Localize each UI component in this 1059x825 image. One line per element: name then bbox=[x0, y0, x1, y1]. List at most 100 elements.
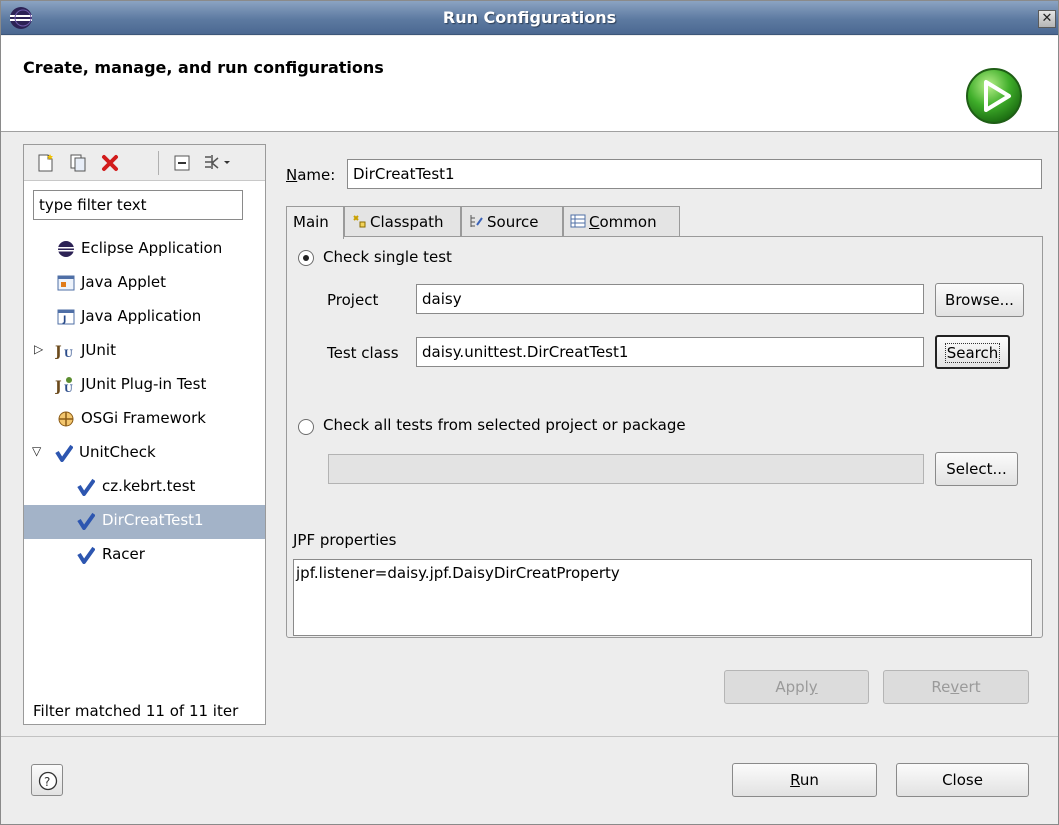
search-button[interactable]: Search bbox=[935, 335, 1010, 369]
revert-label-prefix: Re bbox=[931, 678, 951, 696]
new-configuration-icon[interactable] bbox=[36, 153, 56, 173]
close-button[interactable]: Close bbox=[896, 763, 1029, 797]
project-input[interactable] bbox=[416, 284, 924, 314]
tab-common-mnemonic: C bbox=[589, 213, 600, 231]
check-all-tests-label: Check all tests from selected project or… bbox=[323, 416, 686, 434]
toolbar-separator bbox=[158, 151, 159, 175]
tree-item-junit-plugin-test[interactable]: J U JUnit Plug-in Test bbox=[24, 369, 265, 401]
delete-icon[interactable] bbox=[100, 153, 120, 173]
svg-text:J: J bbox=[55, 379, 62, 394]
tree-item-label: Java Application bbox=[81, 307, 202, 325]
window-title: Run Configurations bbox=[442, 8, 617, 27]
duplicate-icon[interactable] bbox=[68, 153, 88, 173]
revert-button[interactable]: Revert bbox=[883, 670, 1029, 704]
search-button-label: Search bbox=[944, 343, 1001, 363]
configuration-list-panel: Eclipse Application Java Applet J Java A… bbox=[23, 144, 266, 725]
tree-item-label: cz.kebrt.test bbox=[102, 477, 196, 495]
help-icon: ? bbox=[38, 771, 58, 791]
package-input[interactable] bbox=[328, 454, 924, 484]
junit-icon: J U bbox=[55, 344, 73, 360]
svg-text:?: ? bbox=[44, 775, 50, 789]
filter-status: Filter matched 11 of 11 iter bbox=[33, 702, 239, 720]
junit-plugin-icon: J U bbox=[55, 377, 73, 394]
tab-main[interactable]: Main bbox=[286, 206, 344, 239]
revert-label-rest: ert bbox=[959, 678, 981, 696]
header-title: Create, manage, and run configurations bbox=[23, 58, 384, 77]
eclipse-icon bbox=[58, 241, 74, 257]
filter-input[interactable] bbox=[33, 190, 243, 220]
filter-menu-icon[interactable] bbox=[202, 153, 232, 173]
java-applet-icon bbox=[57, 275, 75, 291]
tab-main-label: Main bbox=[293, 213, 329, 231]
test-class-label: Test class bbox=[327, 344, 399, 362]
run-configurations-dialog: Run Configurations ✕ Create, manage, and… bbox=[0, 0, 1059, 825]
tree-item-label: UnitCheck bbox=[79, 443, 156, 461]
unitcheck-icon bbox=[77, 512, 95, 530]
check-single-test-radio[interactable] bbox=[298, 250, 314, 266]
svg-text:U: U bbox=[64, 349, 73, 360]
dialog-header: Create, manage, and run configurations bbox=[1, 36, 1058, 132]
classpath-icon bbox=[353, 215, 366, 228]
name-label-mnemonic: N bbox=[286, 166, 298, 184]
apply-button[interactable]: Apply bbox=[724, 670, 869, 704]
common-icon bbox=[570, 214, 586, 228]
tree-item-racer[interactable]: Racer bbox=[24, 539, 265, 571]
svg-text:J: J bbox=[62, 315, 66, 325]
tree-item-label: Eclipse Application bbox=[81, 239, 223, 257]
tree-item-label: JUnit Plug-in Test bbox=[81, 375, 207, 393]
name-input[interactable] bbox=[347, 159, 1042, 189]
close-window-button[interactable]: ✕ bbox=[1038, 10, 1056, 28]
tree-item-java-applet[interactable]: Java Applet bbox=[24, 267, 265, 299]
check-single-test-label: Check single test bbox=[323, 248, 452, 266]
run-mnemonic: R bbox=[790, 771, 800, 789]
source-icon bbox=[470, 215, 483, 227]
tab-source-label: Source bbox=[487, 213, 539, 231]
tab-common-label: ommon bbox=[599, 213, 657, 231]
tab-classpath[interactable]: Classpath bbox=[344, 206, 461, 237]
left-toolbar bbox=[24, 145, 265, 181]
tab-common[interactable]: Common bbox=[563, 206, 680, 237]
test-class-input[interactable] bbox=[416, 337, 924, 367]
tree-item-eclipse-application[interactable]: Eclipse Application bbox=[24, 233, 265, 265]
tree-item-label: JUnit bbox=[81, 341, 116, 359]
collapse-all-icon[interactable] bbox=[172, 153, 192, 173]
tree-item-unitcheck[interactable]: ▽ UnitCheck bbox=[24, 437, 265, 469]
apply-label: Appl bbox=[775, 678, 809, 696]
help-button[interactable]: ? bbox=[31, 764, 63, 796]
collapse-arrow-icon[interactable]: ▽ bbox=[32, 444, 41, 458]
check-all-tests-radio[interactable] bbox=[298, 419, 314, 435]
tree-item-osgi-framework[interactable]: OSGi Framework bbox=[24, 403, 265, 435]
tree-item-label: Java Applet bbox=[81, 273, 167, 291]
osgi-icon bbox=[58, 411, 74, 427]
run-label-rest: un bbox=[799, 771, 819, 789]
tree-item-label: OSGi Framework bbox=[81, 409, 206, 427]
tab-classpath-label: Classpath bbox=[370, 213, 444, 231]
footer-separator bbox=[1, 736, 1058, 737]
tree-item-java-application[interactable]: J Java Application bbox=[24, 301, 265, 333]
jpf-properties-textarea[interactable]: jpf.listener=daisy.jpf.DaisyDirCreatProp… bbox=[293, 559, 1032, 636]
svg-text:U: U bbox=[64, 384, 73, 394]
tree-item-label: Racer bbox=[102, 545, 145, 563]
select-button[interactable]: Select... bbox=[935, 452, 1018, 486]
expand-arrow-icon[interactable]: ▷ bbox=[34, 342, 43, 356]
tree-item-junit[interactable]: ▷ J U JUnit bbox=[24, 335, 265, 367]
name-label: Name: bbox=[286, 166, 335, 184]
browse-button[interactable]: Browse... bbox=[935, 283, 1024, 317]
tree-item-label: DirCreatTest1 bbox=[102, 511, 204, 529]
unitcheck-icon bbox=[77, 546, 95, 564]
title-bar[interactable]: Run Configurations ✕ bbox=[1, 1, 1058, 35]
tab-source[interactable]: Source bbox=[461, 206, 563, 237]
run-icon bbox=[966, 68, 1022, 124]
svg-text:J: J bbox=[55, 344, 62, 360]
apply-mnemonic: y bbox=[808, 678, 818, 696]
run-button[interactable]: Run bbox=[732, 763, 877, 797]
java-application-icon: J bbox=[57, 309, 75, 325]
unitcheck-icon bbox=[77, 478, 95, 496]
jpf-properties-label: JPF properties bbox=[293, 531, 397, 549]
unitcheck-icon bbox=[55, 444, 73, 462]
name-label-rest: ame: bbox=[297, 166, 336, 184]
tree-item-dircreattest1[interactable]: DirCreatTest1 bbox=[24, 505, 265, 539]
tree-item-cz-kebrt-test[interactable]: cz.kebrt.test bbox=[24, 471, 265, 503]
revert-mnemonic: v bbox=[950, 678, 960, 696]
project-label: Project bbox=[327, 291, 379, 309]
